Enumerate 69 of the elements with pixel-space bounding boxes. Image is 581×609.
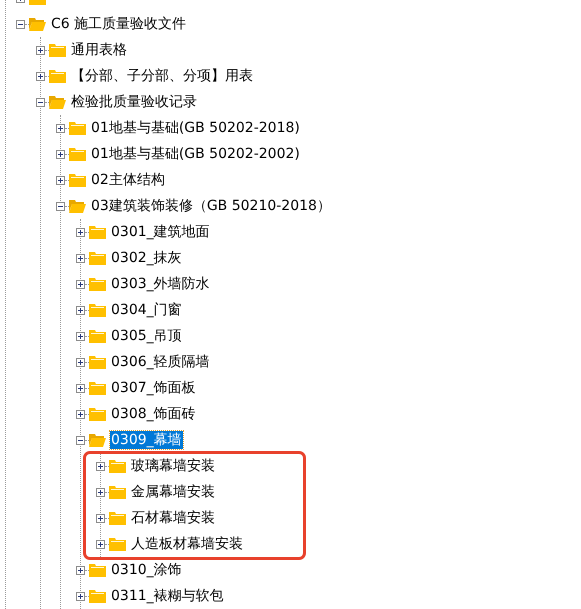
expand-icon[interactable] [96,514,105,522]
expand-icon[interactable] [76,384,85,392]
tree-item[interactable]: 0308_饰面砖 [110,405,197,423]
expand-icon[interactable] [56,150,65,158]
collapse-icon[interactable] [76,436,85,444]
tree-item[interactable]: 0311_裱糊与软包 [110,587,225,605]
folder-icon [89,303,106,317]
collapse-icon[interactable] [36,98,45,106]
folder-icon [109,511,126,525]
expand-icon[interactable] [56,176,65,184]
tree-item[interactable]: C6 施工质量验收文件 [50,15,188,33]
expand-icon[interactable] [76,254,85,262]
tree-item[interactable]: 检验批质量验收记录 [70,93,198,111]
tree-item[interactable]: 0304_门窗 [110,301,183,319]
tree-item[interactable]: 0306_轻质隔墙 [110,353,211,371]
expand-icon[interactable] [96,462,105,470]
expand-icon[interactable] [76,306,85,314]
collapse-icon[interactable] [56,202,65,210]
folder-icon [49,69,66,83]
open-folder-icon [89,433,106,447]
tree-item[interactable]: 通用表格 [70,41,128,59]
expand-icon[interactable] [76,280,85,288]
tree-item[interactable]: 0307_饰面板 [110,379,197,397]
tree-item[interactable]: 人造板材幕墙安装 [130,535,244,553]
expand-icon[interactable] [76,332,85,340]
collapse-icon[interactable] [16,20,25,28]
folder-icon [69,173,86,187]
open-folder-icon [49,95,66,109]
tree-item[interactable]: 【分部、子分部、分项】用表 [70,67,254,85]
expand-icon[interactable] [76,566,85,574]
expand-icon[interactable] [96,488,105,496]
folder-icon [89,329,106,343]
folder-icon [89,589,106,603]
tree-item[interactable]: 01地基与基础(GB 50202-2002) [90,145,301,163]
tree-item[interactable]: 0301_建筑地面 [110,223,211,241]
tree-item[interactable]: 玻璃幕墙安装 [130,457,216,475]
tree-item[interactable]: 0310_涂饰 [110,561,183,579]
folder-icon [69,147,86,161]
folder-icon [69,121,86,135]
expand-icon[interactable] [76,592,85,600]
tree-item[interactable]: 石材幕墙安装 [130,509,216,527]
folder-icon [109,485,126,499]
folder-icon [89,277,106,291]
folder-icon [89,381,106,395]
tree-item[interactable]: 01地基与基础(GB 50202-2018) [90,119,301,137]
expand-icon[interactable] [96,540,105,548]
tree-item[interactable]: 03建筑装饰装修（GB 50210-2018） [90,197,332,215]
folder-icon [89,563,106,577]
expand-icon[interactable] [76,228,85,236]
tree-item[interactable]: 0303_外墙防水 [110,275,211,293]
open-folder-icon [29,17,46,31]
folder-icon [89,225,106,239]
expand-icon[interactable] [76,358,85,366]
folder-icon [49,43,66,57]
expand-icon[interactable] [36,72,45,80]
expand-icon[interactable] [56,124,65,132]
tree-item[interactable]: 02主体结构 [90,171,166,189]
folder-icon [89,251,106,265]
open-folder-icon [69,199,86,213]
tree-item[interactable]: 0305_吊顶 [110,327,183,345]
folder-icon [109,537,126,551]
folder-icon [89,407,106,421]
tree-item[interactable]: 0302_抹灰 [110,249,183,267]
expand-icon[interactable] [36,46,45,54]
folder-icon [89,355,106,369]
tree-item[interactable]: 0309_幕墙 [110,431,183,449]
folder-icon [109,459,126,473]
tree-item[interactable]: 金属幕墙安装 [130,483,216,501]
expand-icon[interactable] [76,410,85,418]
